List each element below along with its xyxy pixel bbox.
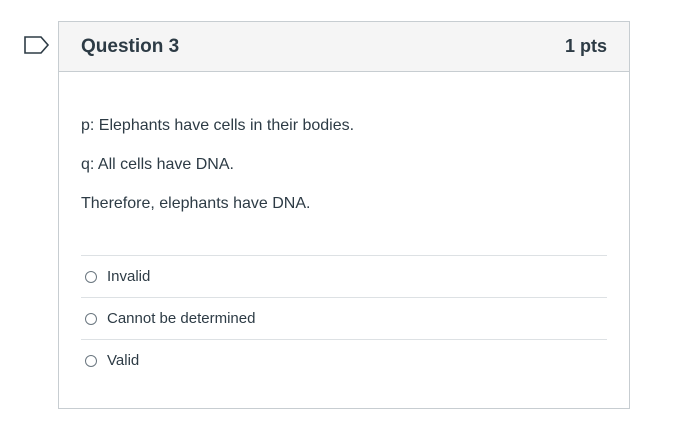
question-body: p: Elephants have cells in their bodies.… [59, 72, 629, 381]
answer-option-valid[interactable]: Valid [81, 340, 607, 381]
answer-list: Invalid Cannot be determined Valid [81, 255, 607, 381]
radio-button-icon[interactable] [85, 270, 97, 283]
question-header: Question 3 1 pts [59, 22, 629, 72]
answer-label: Invalid [107, 268, 151, 285]
question-card: Question 3 1 pts p: Elephants have cells… [58, 21, 630, 409]
conclusion: Therefore, elephants have DNA. [81, 195, 311, 212]
flag-question-icon[interactable] [24, 36, 50, 54]
premise-q: q: All cells have DNA. [81, 156, 234, 173]
question-title: Question 3 [81, 35, 180, 57]
answer-label: Cannot be determined [107, 310, 256, 327]
answer-option-invalid[interactable]: Invalid [81, 256, 607, 298]
answer-label: Valid [107, 352, 140, 369]
question-points: 1 pts [564, 36, 607, 56]
radio-button-icon[interactable] [85, 312, 97, 325]
radio-button-icon[interactable] [85, 354, 97, 367]
premise-p: p: Elephants have cells in their bodies. [81, 117, 355, 134]
question-text: p: Elephants have cells in their bodies.… [81, 116, 607, 213]
answer-option-cannot-be-determined[interactable]: Cannot be determined [81, 298, 607, 340]
